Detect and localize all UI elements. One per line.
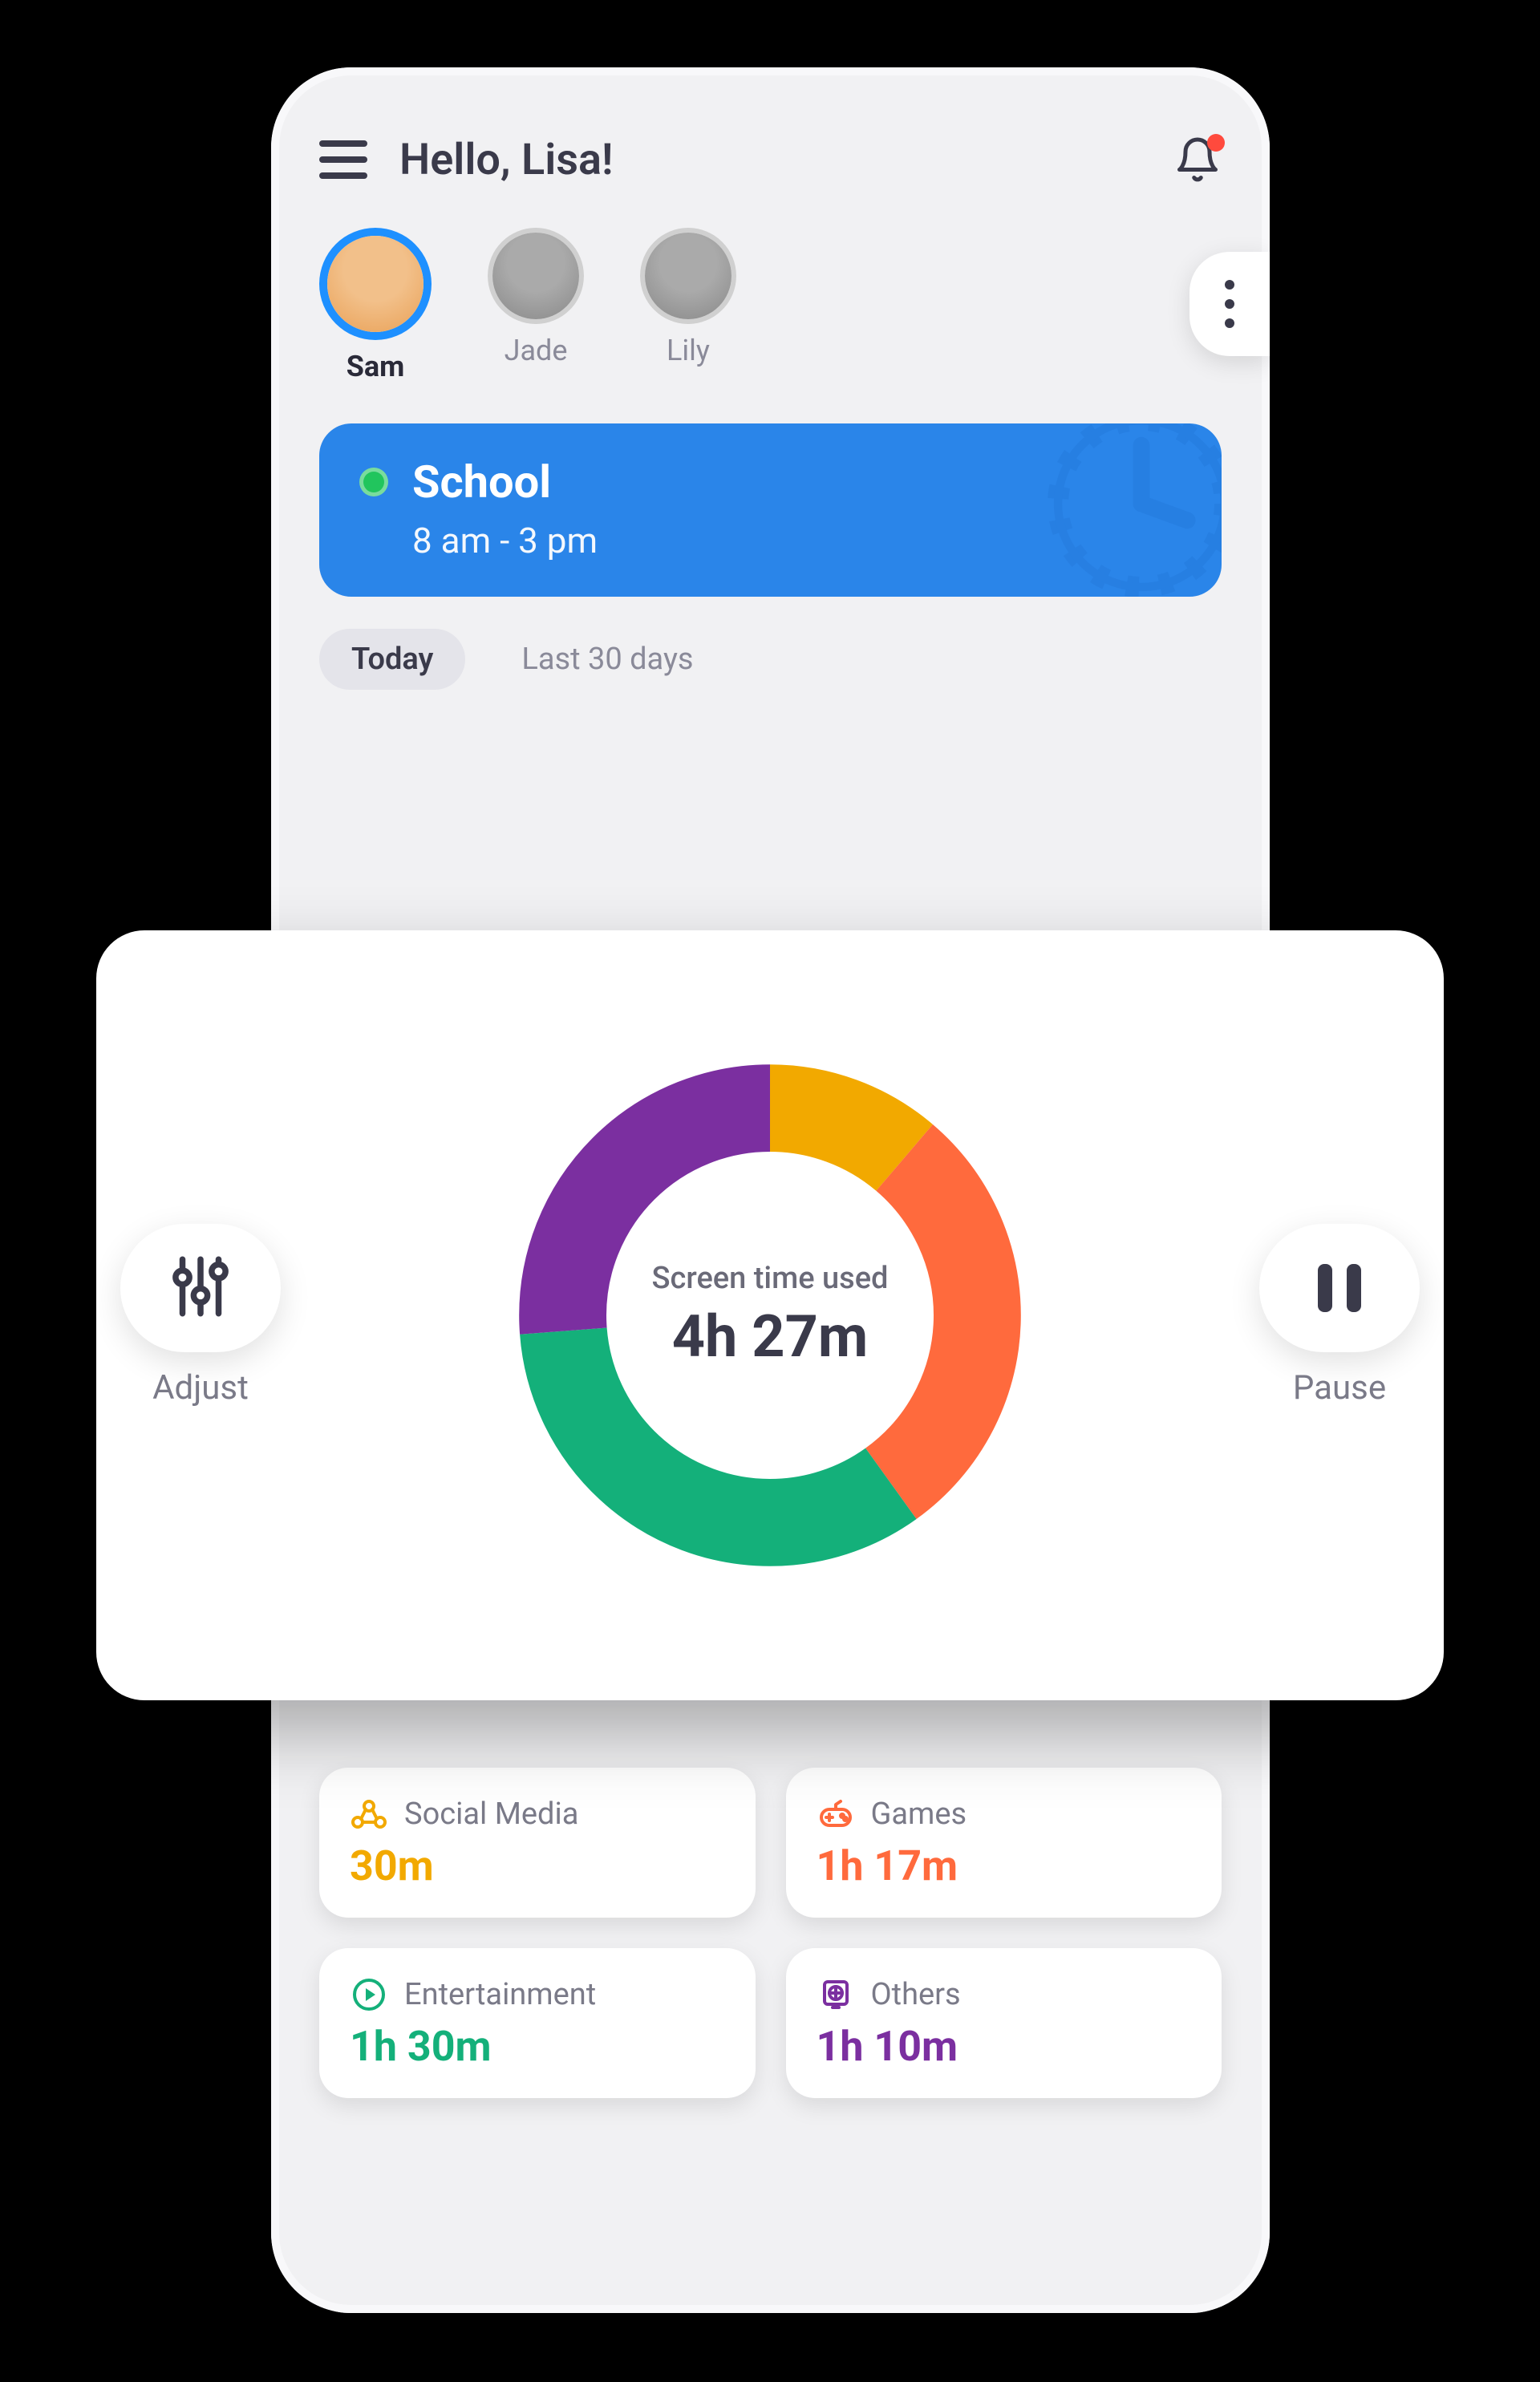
category-value: 1h 10m [817,2022,1192,2071]
notification-dot-icon [1207,134,1225,152]
top-bar: Hello, Lisa! [319,124,1222,196]
social-media-icon [350,1795,388,1833]
avatar [640,228,736,324]
more-dots-icon [1225,280,1234,328]
games-icon [817,1795,855,1833]
category-value: 30m [350,1841,725,1890]
screen-time-card: Adjust Screen time used 4h 27m Pause [96,930,1444,1700]
profile-name: Lily [667,334,710,367]
category-name: Others [871,1977,961,2012]
category-games[interactable]: Games 1h 17m [786,1768,1222,1918]
routine-time: 8 am - 3 pm [412,520,1181,561]
category-others[interactable]: Others 1h 10m [786,1948,1222,2098]
category-name: Social Media [404,1797,578,1832]
entertainment-icon [350,1975,388,2014]
status-dot-icon [359,468,388,496]
tab-last-30-days[interactable]: Last 30 days [489,629,725,690]
tab-today[interactable]: Today [319,629,465,690]
profile-lily[interactable]: Lily [640,228,736,367]
category-social-media[interactable]: Social Media 30m [319,1768,756,1918]
sliders-icon [164,1250,237,1326]
pause-label: Pause [1293,1368,1386,1408]
category-name: Games [871,1797,967,1832]
adjust-button[interactable]: Adjust [120,1224,281,1408]
profile-sam[interactable]: Sam [319,228,432,383]
routine-title: School [412,456,551,508]
screen-time-donut: Screen time used 4h 27m [497,1043,1043,1588]
greeting-text: Hello, Lisa! [399,135,1141,185]
adjust-label: Adjust [152,1368,249,1408]
menu-icon[interactable] [319,140,367,179]
avatar [488,228,584,324]
donut-value: 4h 27m [672,1302,869,1371]
pause-button[interactable]: Pause [1259,1224,1420,1408]
pause-icon [1318,1264,1361,1312]
avatar [319,228,432,340]
category-value: 1h 17m [817,1841,1192,1890]
category-name: Entertainment [404,1977,596,2012]
clock-bg-icon [1037,423,1222,597]
profile-name: Jade [505,334,568,367]
notifications-button[interactable] [1173,136,1222,184]
donut-label: Screen time used [652,1261,889,1296]
more-button[interactable] [1189,252,1270,356]
category-value: 1h 30m [350,2022,725,2071]
category-grid: Social Media 30m Games 1h 17m [319,1768,1222,2098]
routine-card[interactable]: School 8 am - 3 pm [319,423,1222,597]
profile-name: Sam [346,350,405,383]
profile-jade[interactable]: Jade [488,228,584,367]
category-entertainment[interactable]: Entertainment 1h 30m [319,1948,756,2098]
others-icon [817,1975,855,2014]
profiles-row: Sam Jade Lily [319,228,1222,383]
time-range-tabs: Today Last 30 days [319,629,1222,690]
